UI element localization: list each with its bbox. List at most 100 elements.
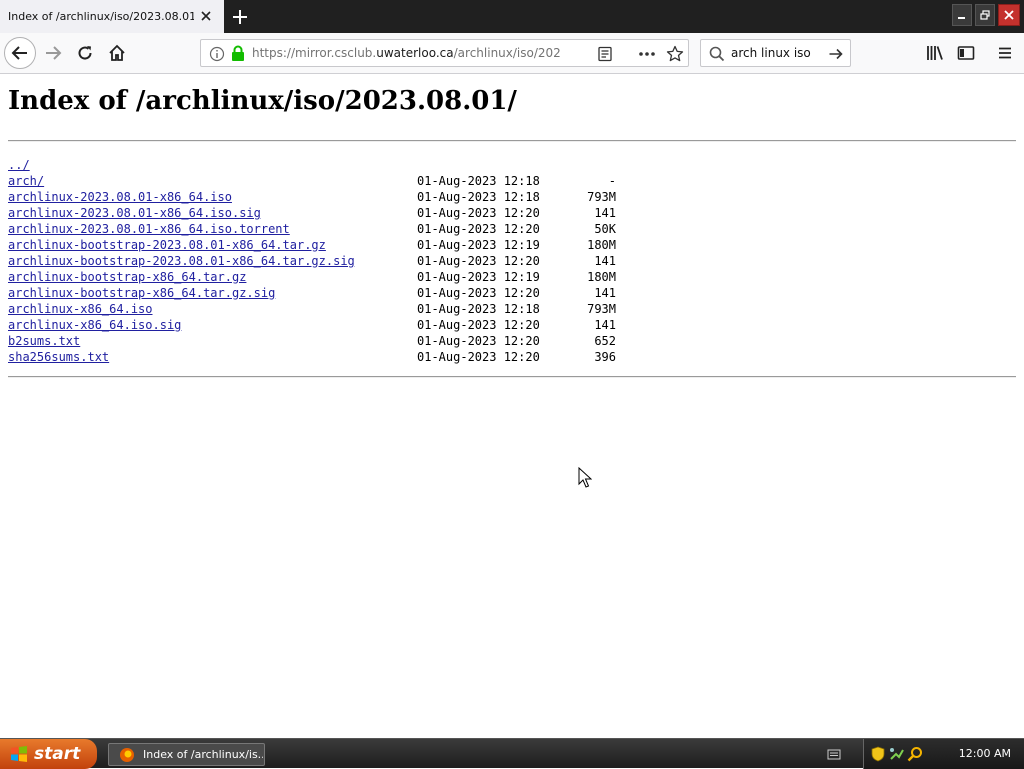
search-bar[interactable] [700,39,851,67]
file-size: 793M [587,190,616,204]
file-date: 01-Aug-2023 12:19 [417,270,540,284]
start-label: start [34,744,81,764]
minimize-button[interactable] [952,4,972,26]
file-size: 141 [594,206,616,220]
tab-strip: Index of /archlinux/iso/2023.08.01/ [0,0,1024,33]
shield-icon[interactable] [871,746,885,762]
mouse-cursor-icon [578,467,592,488]
close-window-button[interactable] [998,4,1020,26]
open-menu-button[interactable] [990,38,1020,68]
search-icon [709,46,725,66]
info-icon[interactable] [209,46,225,66]
reload-icon [78,46,92,60]
horizontal-rule [8,140,1016,142]
file-link[interactable]: archlinux-bootstrap-2023.08.01-x86_64.ta… [8,254,355,268]
file-link[interactable]: ../ [8,158,30,172]
windows-logo-icon [11,746,27,762]
window-controls [949,4,1024,30]
listing-row: archlinux-2023.08.01-x86_64.iso.torrent 0… [8,221,616,237]
url-bar[interactable]: https://mirror.csclub.uwaterloo.ca/archl… [200,39,689,67]
restore-button[interactable] [975,4,995,26]
reload-button[interactable] [70,38,100,68]
close-tab-icon[interactable] [198,8,214,24]
system-tray: 12:00 AM [827,739,1024,769]
taskbar-window-label: Index of /archlinux/is... [143,748,263,761]
tab-title: Index of /archlinux/iso/2023.08.01/ [8,10,194,23]
back-button[interactable] [4,37,36,69]
file-size: 141 [594,286,616,300]
listing-row: archlinux-x86_64.iso.sig 01-Aug-2023 12:2… [8,317,616,333]
listing-row: archlinux-2023.08.01-x86_64.iso.sig 01-Au… [8,205,616,221]
firefox-icon [120,747,134,762]
page-actions-icon[interactable] [637,46,657,66]
file-link[interactable]: arch/ [8,174,44,188]
close-icon [1004,10,1014,20]
listing-row: archlinux-x86_64.iso 01-Aug-2023 12:18 793… [8,301,616,317]
home-button[interactable] [102,38,132,68]
file-date: 01-Aug-2023 12:20 [417,254,540,268]
file-size: 50K [594,222,616,236]
arrow-left-icon [11,46,27,60]
plus-icon [233,10,247,24]
file-size: - [608,174,616,188]
file-date: 01-Aug-2023 12:20 [417,334,540,348]
file-link[interactable]: archlinux-2023.08.01-x86_64.iso.sig [8,206,261,220]
file-link[interactable]: archlinux-bootstrap-2023.08.01-x86_64.ta… [8,238,326,252]
file-link[interactable]: archlinux-2023.08.01-x86_64.iso.torrent [8,222,290,236]
new-tab-button[interactable] [226,4,254,30]
page-content: Index of /archlinux/iso/2023.08.01/ ../a… [0,74,1024,738]
lock-icon[interactable] [231,45,245,66]
file-size: 793M [587,302,616,316]
arrow-right-icon [46,46,62,60]
horizontal-rule [8,376,1016,378]
file-size: 180M [587,238,616,252]
start-button[interactable]: start [0,739,97,769]
url-prefix: https://mirror.csclub. [252,46,377,60]
file-link[interactable]: archlinux-2023.08.01-x86_64.iso [8,190,232,204]
nav-toolbar: https://mirror.csclub.uwaterloo.ca/archl… [0,33,1024,74]
file-listing: ../arch/01-Aug-2023 12:18- archlinux-2023… [8,157,616,365]
file-size: 180M [587,270,616,284]
browser-tab-active[interactable]: Index of /archlinux/iso/2023.08.01/ [0,0,224,33]
listing-row: arch/01-Aug-2023 12:18 - [8,173,616,189]
search-icon[interactable] [907,746,923,762]
url-host: uwaterloo.ca [376,46,454,60]
sidebar-button[interactable] [951,38,981,68]
file-date: 01-Aug-2023 12:20 [417,350,540,364]
page-title: Index of /archlinux/iso/2023.08.01/ [8,86,517,116]
file-date: 01-Aug-2023 12:20 [417,318,540,332]
listing-row: archlinux-bootstrap-2023.08.01-x86_64.ta… [8,237,616,253]
file-link[interactable]: archlinux-bootstrap-x86_64.tar.gz.sig [8,286,275,300]
forward-button[interactable] [38,38,68,68]
file-date: 01-Aug-2023 12:20 [417,286,540,300]
search-input[interactable] [731,45,823,61]
file-link[interactable]: sha256sums.txt [8,350,109,364]
file-link[interactable]: archlinux-x86_64.iso.sig [8,318,181,332]
taskbar: start Index of /archlinux/is... 12:00 AM [0,738,1024,769]
file-link[interactable]: archlinux-x86_64.iso [8,302,153,316]
file-size: 396 [594,350,616,364]
library-button[interactable] [920,38,950,68]
url-path: /archlinux/iso/2023 [453,46,560,60]
home-icon [109,44,125,61]
clock: 12:00 AM [958,747,1011,760]
keyboard-icon[interactable] [827,747,841,761]
listing-row: sha256sums.txt 01-Aug-2023 12:20 396 [8,349,616,365]
listing-row: archlinux-bootstrap-x86_64.tar.gz 01-Aug-… [8,269,616,285]
file-date: 01-Aug-2023 12:20 [417,222,540,236]
url-text[interactable]: https://mirror.csclub.uwaterloo.ca/archl… [252,46,560,60]
restore-icon [980,10,990,20]
listing-row: archlinux-bootstrap-2023.08.01-x86_64.ta… [8,253,616,269]
listing-row: archlinux-2023.08.01-x86_64.iso 01-Aug-20… [8,189,616,205]
file-size: 141 [594,254,616,268]
search-go-arrow-icon[interactable] [828,46,844,66]
bookmark-star-icon[interactable] [666,45,684,67]
file-link[interactable]: archlinux-bootstrap-x86_64.tar.gz [8,270,246,284]
file-link[interactable]: b2sums.txt [8,334,80,348]
file-date: 01-Aug-2023 12:18 [417,190,540,204]
taskbar-window-button[interactable]: Index of /archlinux/is... [108,743,265,766]
network-icon[interactable] [889,746,905,762]
reader-view-icon[interactable] [597,46,613,66]
file-date: 01-Aug-2023 12:18 [417,302,540,316]
file-date: 01-Aug-2023 12:18 [417,174,540,188]
